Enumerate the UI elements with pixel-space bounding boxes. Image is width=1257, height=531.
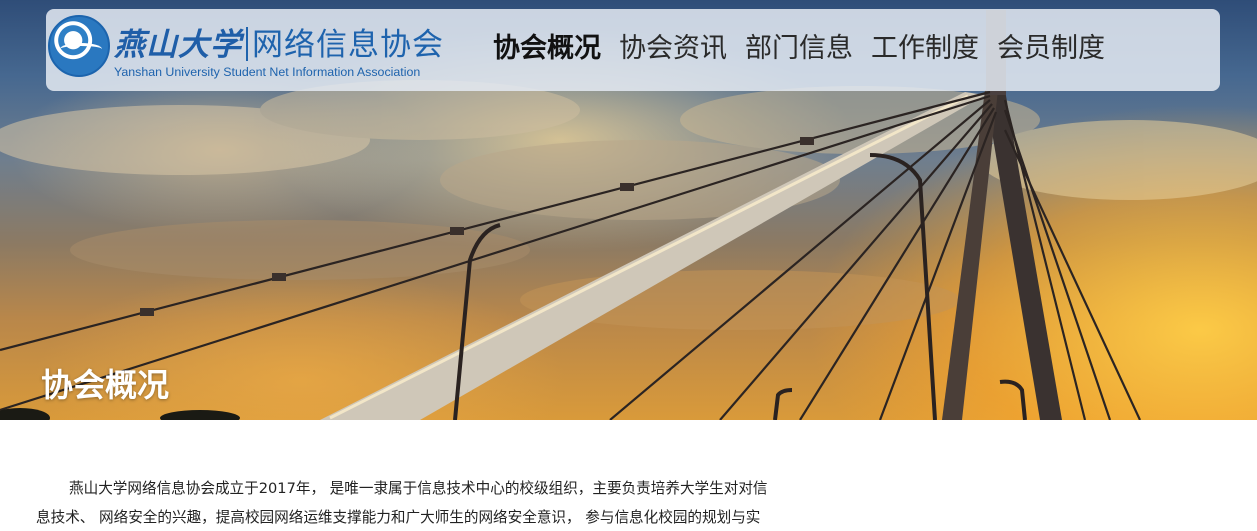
nav-item-overview[interactable]: 协会概况	[493, 29, 601, 69]
nav-item-news[interactable]: 协会资讯	[619, 29, 727, 69]
intro-paragraph-line-1: 燕山大学网络信息协会成立于2017年， 是唯一隶属于信息技术中心的校级组织，主要…	[69, 480, 768, 497]
association-logo[interactable]: 燕山大学 网络信息协会 Yanshan University Student Ne…	[48, 13, 458, 85]
top-navbar: 燕山大学 网络信息协会 Yanshan University Student Ne…	[46, 9, 1220, 91]
logo-english-name: Yanshan University Student Net Informati…	[114, 65, 421, 79]
intro-paragraph-line-2: 息技术、 网络安全的兴趣，提高校园网络运维支撑能力和广大师生的网络安全意识， 参…	[36, 509, 761, 526]
university-emblem-icon	[48, 15, 110, 77]
hero-banner: 燕山大学 网络信息协会 Yanshan University Student Ne…	[0, 0, 1257, 420]
logo-school-name: 燕山大学	[114, 27, 242, 63]
nav-item-membership-rules[interactable]: 会员制度	[997, 29, 1105, 69]
logo-divider	[246, 27, 248, 61]
logo-association-name: 网络信息协会	[252, 27, 444, 63]
nav-item-departments[interactable]: 部门信息	[745, 29, 853, 69]
intro-text: 燕山大学网络信息协会成立于2017年， 是唯一隶属于信息技术中心的校级组织，主要…	[36, 474, 858, 531]
nav-item-work-rules[interactable]: 工作制度	[871, 29, 979, 69]
logo-chinese-name: 燕山大学 网络信息协会	[114, 19, 444, 63]
tree-silhouette	[0, 408, 240, 420]
main-nav: 协会概况 协会资讯 部门信息 工作制度 会员制度	[493, 29, 1105, 69]
page-title: 协会概况	[41, 366, 170, 404]
